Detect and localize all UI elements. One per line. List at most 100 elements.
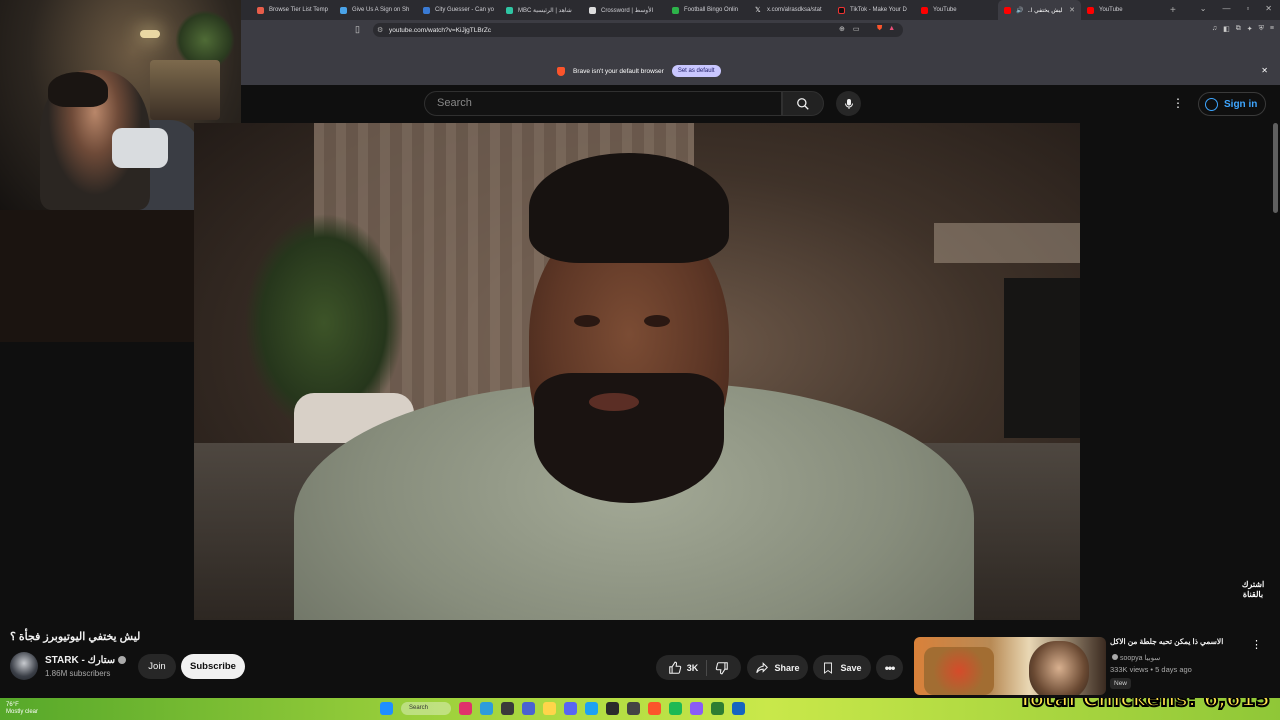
like-count: 3K [686, 662, 699, 673]
taskbar-search[interactable]: Search [401, 702, 451, 715]
new-tab-icon[interactable]: + [1170, 5, 1176, 16]
media-icon[interactable]: ♫ [1212, 25, 1217, 33]
video-player[interactable] [194, 123, 1080, 620]
recommended-channel: soopya سوبيا [1120, 655, 1161, 662]
tab-favicon [672, 6, 679, 14]
voice-search-button[interactable] [836, 91, 861, 116]
brave-logo-icon [557, 66, 565, 76]
channel-name-row[interactable]: STARK - ستارك [45, 655, 127, 666]
presenter-eye [644, 315, 670, 327]
save-label: Save [840, 662, 862, 673]
window-controls: ⌄ — ▫ ✕ [1200, 4, 1272, 13]
tab-label: YouTube [1099, 7, 1123, 13]
youtube-icon [1087, 6, 1094, 14]
browser-tab[interactable]: City Guesser - Can yo [417, 0, 500, 20]
app-icon[interactable] [606, 702, 619, 715]
channel-avatar[interactable] [10, 652, 38, 680]
tab-favicon [423, 6, 430, 14]
maximize-icon[interactable]: ▫ [1246, 4, 1249, 13]
browser-tab[interactable]: Crossword | الأوسط [583, 0, 666, 20]
taskbar-icons: Search [380, 702, 745, 715]
sidebar-icon[interactable]: ◧ [1223, 25, 1230, 33]
tab-label: MBC شاهد | الرئيسية [518, 7, 572, 14]
site-settings-icon[interactable]: ⚙ [377, 26, 383, 34]
share-icon [756, 661, 769, 673]
tab-label: Browse Tier List Temp [269, 7, 328, 13]
browser-tab[interactable]: YouTube [915, 0, 998, 20]
browser-toolbar: ▯ ⚙ youtube.com/watch?v=KiJjgTLBrZc ⊕ ▭ … [241, 20, 1280, 40]
brave-rewards-icon[interactable]: ▲ [888, 25, 895, 33]
subscribe-watermark[interactable]: اشترك بالقناة [1238, 580, 1268, 604]
tab-label: Crossword | الأوسط [601, 7, 654, 14]
app-icon[interactable] [627, 702, 640, 715]
youtube-icon [921, 6, 928, 14]
app-icon[interactable] [480, 702, 493, 715]
join-button[interactable]: Join [138, 654, 176, 679]
windows-start-icon[interactable] [380, 702, 393, 715]
close-infobar-icon[interactable]: ✕ [1261, 66, 1268, 75]
dislike-button[interactable] [715, 661, 729, 675]
webcam-lamp [140, 30, 160, 38]
recommended-menu-icon[interactable]: ⋮ [1251, 640, 1262, 651]
more-actions-button[interactable]: ••• [876, 655, 903, 680]
browser-tab[interactable]: 𝕏x.com/alrasdksa/stat [749, 0, 832, 20]
extensions-icon[interactable]: ✦ [1247, 25, 1253, 33]
app-icon[interactable] [648, 702, 661, 715]
app-icon[interactable] [501, 702, 514, 715]
app-icon[interactable] [711, 702, 724, 715]
browser-tab[interactable]: Football Bingo Onlin [666, 0, 749, 20]
channel-name: STARK - ستارك [45, 655, 116, 666]
app-icon[interactable] [459, 702, 472, 715]
app-icon[interactable] [522, 702, 535, 715]
youtube-masthead: Search ⋮ Sign in [241, 85, 1280, 123]
recommended-title[interactable]: الاسمي ذا يمكن تحبه جلطة من الاكل [1110, 637, 1240, 646]
browser-tab-active[interactable]: 🔊 ليش يختفي ا.. ✕ [998, 0, 1081, 20]
x-logo-icon: 𝕏 [755, 6, 761, 14]
search-button[interactable] [782, 91, 824, 116]
settings-menu-icon[interactable]: ⋮ [1172, 96, 1184, 110]
tabs-icon[interactable]: ⧉ [1236, 25, 1241, 33]
browser-tab[interactable]: YouTube [1081, 0, 1164, 20]
close-window-icon[interactable]: ✕ [1265, 4, 1272, 13]
tab-label: Football Bingo Onlin [684, 7, 739, 13]
app-icon[interactable] [585, 702, 598, 715]
vpn-icon[interactable]: ⛨ [1259, 25, 1264, 33]
sign-in-button[interactable]: Sign in [1198, 92, 1267, 116]
save-button[interactable]: Save [813, 655, 871, 680]
app-icon[interactable] [564, 702, 577, 715]
zoom-icon[interactable]: ⊕ [839, 25, 845, 33]
browser-tab[interactable]: Browse Tier List Temp [251, 0, 334, 20]
video-title: ليش يختفي اليوتيوبرز فجأة ؟ [10, 631, 141, 643]
set-default-button[interactable]: Set as default [671, 65, 721, 77]
cast-icon[interactable]: ▭ [853, 25, 860, 33]
close-tab-icon[interactable]: ✕ [1069, 6, 1075, 14]
brave-shields: ⛊ ▲ [877, 25, 895, 33]
search-input[interactable]: Search [424, 91, 782, 116]
subscribe-button[interactable]: Subscribe [181, 654, 245, 679]
menu-icon[interactable]: ≡ [1270, 25, 1274, 33]
like-button[interactable]: 3K [668, 661, 699, 675]
tab-list-chevron-icon[interactable]: ⌄ [1200, 4, 1207, 13]
infobar-message: Brave isn't your default browser [573, 67, 664, 75]
brave-shield-icon[interactable]: ⛊ [877, 25, 882, 33]
tab-favicon [589, 6, 596, 14]
weather-widget[interactable]: 76°F Mostly clear [6, 702, 38, 716]
address-bar[interactable]: ⚙ youtube.com/watch?v=KiJjgTLBrZc [373, 23, 903, 37]
recommended-channel-row[interactable]: soopya سوبيا [1112, 654, 1160, 662]
app-icon[interactable] [543, 702, 556, 715]
webcam-person-hair [48, 72, 108, 107]
app-icon[interactable] [690, 702, 703, 715]
page-scrollbar[interactable] [1273, 123, 1278, 213]
speaker-icon: 🔊 [1016, 7, 1024, 14]
recommended-thumbnail[interactable] [914, 637, 1106, 695]
share-button[interactable]: Share [747, 655, 808, 680]
browser-tab[interactable]: Give Us A Sign on Sh [334, 0, 417, 20]
browser-tab[interactable]: TikTok - Make Your D [832, 0, 915, 20]
app-icon[interactable] [732, 702, 745, 715]
browser-tab[interactable]: MBC شاهد | الرئيسية [500, 0, 583, 20]
minimize-icon[interactable]: — [1222, 4, 1230, 13]
app-icon[interactable] [669, 702, 682, 715]
search-icon [797, 97, 809, 110]
player-right-backdrop [1080, 123, 1280, 620]
bookmark-icon[interactable]: ▯ [355, 24, 360, 35]
